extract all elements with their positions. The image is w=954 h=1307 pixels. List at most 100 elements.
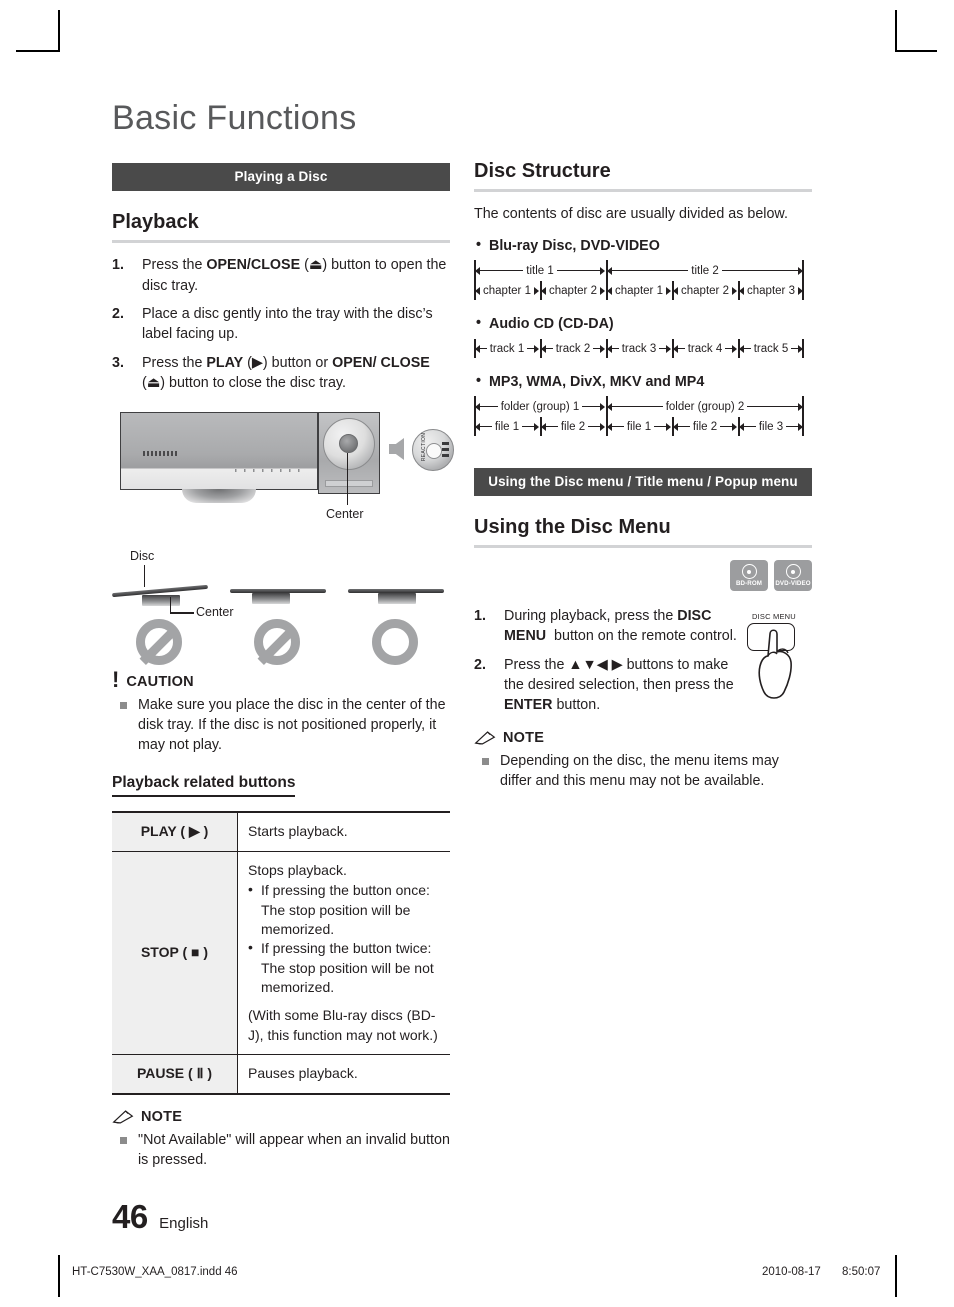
note-item-list: Depending on the disc, the menu items ma… bbox=[474, 751, 812, 792]
playback-steps-list: 1. Press the OPEN/CLOSE (⏏) button to ope… bbox=[112, 255, 450, 393]
arrow-right-icon bbox=[798, 422, 803, 431]
structure-segment: track 4 bbox=[672, 339, 738, 358]
arrow-right-icon bbox=[798, 266, 803, 275]
prohibited-slash bbox=[257, 625, 297, 665]
note-block-right: NOTE Depending on the disc, the menu ite… bbox=[474, 730, 812, 792]
arrow-left-icon bbox=[607, 344, 612, 353]
heading-disc-structure: Disc Structure bbox=[474, 160, 611, 182]
structure-segment: track 5 bbox=[738, 339, 804, 358]
crop-mark-bottom-left-vertical bbox=[58, 1255, 60, 1297]
arrow-right-icon bbox=[666, 286, 671, 295]
left-column: Basic Functions Playing a Disc Playback … bbox=[112, 99, 454, 1173]
disc-icon bbox=[785, 564, 801, 580]
arrow-right-icon bbox=[666, 422, 671, 431]
disc-center-hole bbox=[426, 443, 442, 460]
disc-example-centered bbox=[348, 579, 444, 613]
structure-segment: track 3 bbox=[606, 339, 672, 358]
structure-group-label: Audio CD (CD-DA) bbox=[474, 315, 812, 332]
arrow-right-icon bbox=[798, 344, 803, 353]
note-header: NOTE bbox=[112, 1109, 450, 1125]
structure-segment-label: track 5 bbox=[750, 342, 792, 355]
structure-segment-label: file 3 bbox=[755, 420, 787, 433]
arrow-left-icon bbox=[673, 344, 678, 353]
pencil-icon bbox=[112, 1110, 134, 1124]
description-bullet: If pressing the button once: The stop po… bbox=[248, 880, 440, 939]
description-lead: Pauses playback. bbox=[248, 1064, 358, 1081]
structure-group-segment: title 1 bbox=[474, 261, 606, 280]
heading-using-the-disc-menu: Using the Disc Menu bbox=[474, 516, 671, 539]
label-tilt-center: Center bbox=[196, 605, 234, 620]
tray-slot bbox=[325, 480, 373, 488]
page-number: 46 bbox=[112, 1198, 148, 1235]
right-column: Disc Structure The contents of disc are … bbox=[474, 160, 812, 793]
description-lead: Stops playback. bbox=[248, 862, 347, 879]
button-description-cell: Stops playback.If pressing the button on… bbox=[237, 851, 450, 1055]
exclamation-icon: ! bbox=[112, 667, 120, 693]
remote-button-illustration: DISC MENU bbox=[744, 612, 806, 704]
note-item-1: Depending on the disc, the menu items ma… bbox=[474, 751, 812, 792]
footer-timestamp: 2010-08-17 8:50:07 bbox=[762, 1266, 880, 1278]
insert-arrow-icon bbox=[389, 438, 404, 461]
center-callout-line bbox=[347, 453, 349, 506]
footer-date: 2010-08-17 bbox=[762, 1266, 821, 1278]
structure-group-label: Blu-ray Disc, DVD-VIDEO bbox=[474, 237, 812, 254]
heading-rule bbox=[112, 240, 450, 244]
table-row: PAUSE ( Ⅱ ) Pauses playback. bbox=[112, 1053, 450, 1095]
disc-menu-step-1: 1. During playback, press the DISC MENU b… bbox=[474, 606, 742, 647]
structure-group-label: MP3, WMA, DivX, MKV and MP4 bbox=[474, 373, 812, 390]
disc-example-offset bbox=[230, 579, 326, 613]
arrow-left-icon bbox=[541, 422, 546, 431]
structure-group-segment-label: folder (group) 2 bbox=[662, 400, 748, 413]
description-lead: Starts playback. bbox=[248, 822, 348, 839]
disc-logo-mark bbox=[442, 442, 449, 459]
caution-item-list: Make sure you place the disc in the cent… bbox=[112, 695, 450, 756]
button-name-cell: STOP ( ■ ) bbox=[112, 851, 238, 1055]
step-number: 2. bbox=[474, 656, 486, 673]
heading-rule bbox=[474, 189, 812, 192]
disc-structure-diagrams: Blu-ray Disc, DVD-VIDEO chapter 1 chapter … bbox=[474, 237, 812, 438]
step-number: 1. bbox=[112, 257, 124, 274]
caution-title: CAUTION bbox=[126, 673, 194, 690]
playback-step-1: 1. Press the OPEN/CLOSE (⏏) button to ope… bbox=[112, 255, 450, 296]
caution-item-1: Make sure you place the disc in the cent… bbox=[112, 695, 450, 756]
disc-example-tilted bbox=[112, 579, 208, 613]
button-description-cell: Starts playback. bbox=[237, 811, 450, 852]
structure-segment: track 1 bbox=[474, 339, 540, 358]
playback-step-2: 2. Place a disc gently into the tray with… bbox=[112, 304, 450, 345]
structure-group-segment: title 2 bbox=[606, 261, 804, 280]
structure-segment-label: file 2 bbox=[689, 420, 721, 433]
note-block-left: NOTE "Not Available" will appear when an… bbox=[112, 1109, 450, 1171]
arrow-right-icon bbox=[534, 344, 539, 353]
step-text: Place a disc gently into the tray with t… bbox=[142, 305, 433, 343]
crop-mark-top-left-horizontal bbox=[16, 50, 58, 52]
structure-segment-label: track 3 bbox=[618, 342, 660, 355]
structure-segment: file 2 bbox=[672, 417, 738, 436]
structure-segment-label: file 1 bbox=[491, 420, 523, 433]
arrow-left-icon bbox=[739, 422, 744, 431]
structure-group-segment-label: title 2 bbox=[688, 264, 722, 277]
pencil-icon bbox=[474, 730, 496, 745]
arrow-right-icon bbox=[732, 344, 737, 353]
caution-header: ! CAUTION bbox=[112, 667, 450, 693]
arrow-left-icon bbox=[607, 402, 612, 411]
disc-hub bbox=[142, 595, 180, 607]
arrow-right-icon bbox=[732, 286, 737, 295]
disc-type-badge-row: BD-ROM DVD-VIDEO bbox=[474, 560, 812, 596]
heading-playback: Playback bbox=[112, 211, 199, 234]
arrow-right-icon bbox=[600, 422, 605, 431]
disc-menu-step-2: 2. Press the ▲▼◀ ▶ buttons to make the de… bbox=[474, 655, 742, 716]
structure-segment-label: file 2 bbox=[557, 420, 589, 433]
description-bullet: If pressing the button twice: The stop p… bbox=[248, 938, 440, 997]
disc-type-label: DVD-VIDEO bbox=[775, 580, 811, 588]
structure-group-segment-label: folder (group) 1 bbox=[497, 400, 583, 413]
structure-segment-label: chapter 2 bbox=[678, 284, 732, 297]
structure-group-segment: folder (group) 1 bbox=[474, 397, 606, 416]
note-title: NOTE bbox=[503, 729, 545, 746]
footer-filename: HT-C7530W_XAA_0817.indd 46 bbox=[72, 1266, 238, 1278]
table-row: STOP ( ■ )Stops playback.If pressing the… bbox=[112, 851, 450, 1055]
structure-segment: track 2 bbox=[540, 339, 606, 358]
arrow-right-icon bbox=[798, 286, 803, 295]
structure-segment-label: chapter 1 bbox=[480, 284, 534, 297]
arrow-right-icon bbox=[600, 266, 605, 275]
structure-segment: file 1 bbox=[474, 417, 540, 436]
